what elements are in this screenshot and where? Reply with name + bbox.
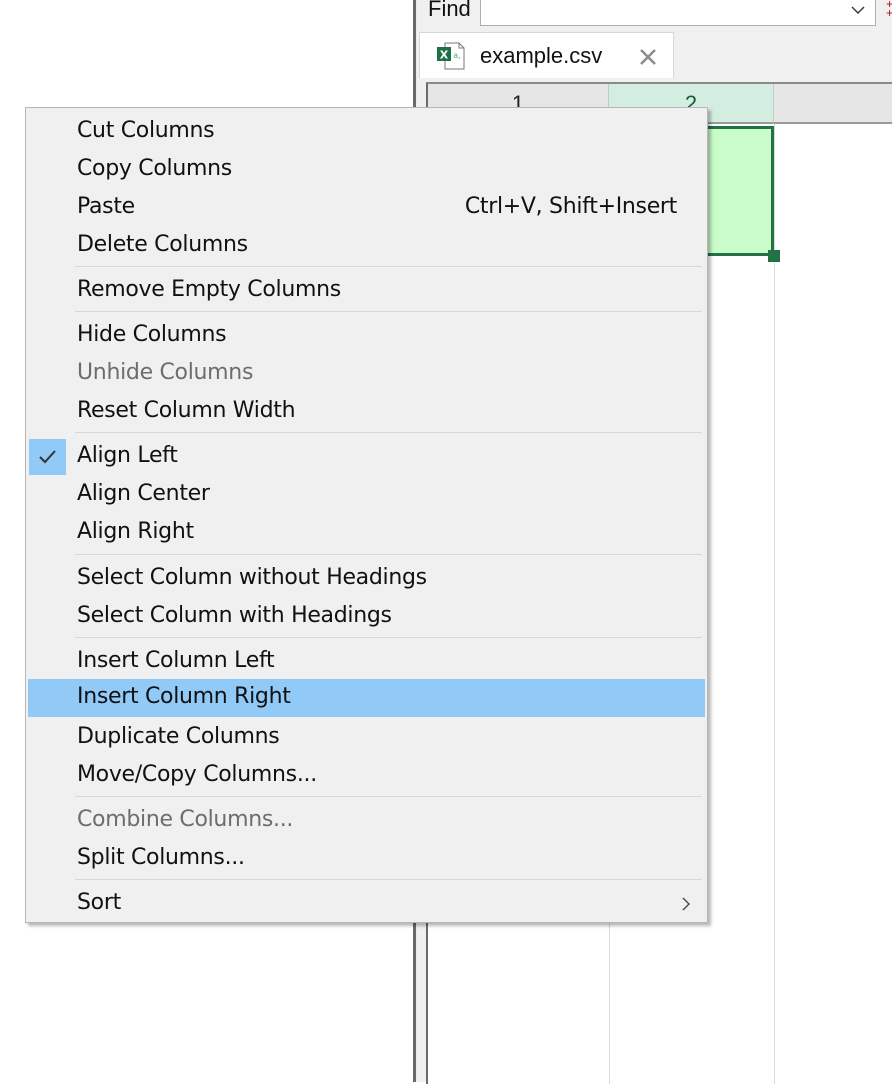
tab-example-csv[interactable]: X a, example.csv <box>419 32 674 78</box>
context-menu: Cut Columns Copy Columns Paste Ctrl+V, S… <box>25 107 708 923</box>
menu-separator <box>75 554 702 555</box>
menu-item-label: Remove Empty Columns <box>77 277 341 302</box>
menu-item-label: Split Columns... <box>77 845 245 870</box>
menu-item-label: Align Center <box>77 481 210 506</box>
menu-item-select-column-without-headings[interactable]: Select Column without Headings <box>28 560 705 598</box>
excel-csv-file-icon: X a, <box>437 42 465 70</box>
menu-item-reset-column-width[interactable]: Reset Column Width <box>28 393 705 431</box>
menu-item-insert-column-right[interactable]: Insert Column Right <box>28 679 705 717</box>
menu-item-label: Cut Columns <box>77 118 215 143</box>
menu-item-sort[interactable]: Sort <box>28 885 705 923</box>
close-icon[interactable] <box>638 47 658 67</box>
menu-item-remove-empty-columns[interactable]: Remove Empty Columns <box>28 272 705 310</box>
menu-item-label: Delete Columns <box>77 232 248 257</box>
svg-text:X: X <box>440 49 449 62</box>
find-bar: Find + + <box>416 0 892 30</box>
find-input[interactable] <box>480 0 876 26</box>
menu-item-label: Paste <box>77 194 135 219</box>
menu-item-move-copy-columns[interactable]: Move/Copy Columns... <box>28 757 705 795</box>
menu-item-combine-columns: Combine Columns... <box>28 802 705 840</box>
menu-item-paste[interactable]: Paste Ctrl+V, Shift+Insert <box>28 189 705 227</box>
menu-item-label: Combine Columns... <box>77 807 294 832</box>
find-options-icon[interactable]: + + <box>886 0 892 19</box>
menu-item-label: Select Column with Headings <box>77 603 392 628</box>
tab-bar: X a, example.csv <box>416 32 892 78</box>
menu-separator <box>75 432 702 433</box>
menu-item-label: Unhide Columns <box>77 360 254 385</box>
column-header-3[interactable] <box>774 84 892 124</box>
menu-item-align-right[interactable]: Align Right <box>28 514 705 552</box>
menu-separator <box>75 796 702 797</box>
menu-item-label: Insert Column Left <box>77 648 275 673</box>
menu-item-duplicate-columns[interactable]: Duplicate Columns <box>28 719 705 757</box>
column-divider <box>774 124 775 1084</box>
tab-label: example.csv <box>480 43 603 68</box>
menu-separator <box>75 879 702 880</box>
menu-item-unhide-columns: Unhide Columns <box>28 355 705 393</box>
menu-item-label: Align Right <box>77 519 194 544</box>
menu-item-align-center[interactable]: Align Center <box>28 476 705 514</box>
menu-item-hide-columns[interactable]: Hide Columns <box>28 317 705 355</box>
menu-item-label: Hide Columns <box>77 322 227 347</box>
menu-item-label: Move/Copy Columns... <box>77 762 317 787</box>
menu-item-cut-columns[interactable]: Cut Columns <box>28 113 705 151</box>
menu-item-label: Copy Columns <box>77 156 232 181</box>
fill-handle[interactable] <box>768 250 780 262</box>
svg-text:a,: a, <box>453 51 460 60</box>
menu-item-label: Insert Column Right <box>77 684 291 709</box>
chevron-right-icon <box>682 897 690 911</box>
menu-item-insert-column-left[interactable]: Insert Column Left <box>28 643 705 681</box>
menu-separator <box>75 637 702 638</box>
menu-item-label: Sort <box>77 890 121 915</box>
menu-item-align-left[interactable]: Align Left <box>28 438 705 476</box>
menu-separator <box>75 266 702 267</box>
checkmark-indicator <box>29 439 66 475</box>
menu-item-label: Duplicate Columns <box>77 724 280 749</box>
menu-separator <box>75 311 702 312</box>
menu-item-split-columns[interactable]: Split Columns... <box>28 840 705 878</box>
menu-item-shortcut: Ctrl+V, Shift+Insert <box>464 194 677 219</box>
menu-item-label: Select Column without Headings <box>77 565 427 590</box>
checkmark-icon <box>39 450 56 464</box>
menu-item-label: Align Left <box>77 443 178 468</box>
menu-item-label: Reset Column Width <box>77 398 296 423</box>
menu-item-copy-columns[interactable]: Copy Columns <box>28 151 705 189</box>
menu-item-delete-columns[interactable]: Delete Columns <box>28 227 705 265</box>
find-label: Find <box>428 0 471 21</box>
menu-item-select-column-with-headings[interactable]: Select Column with Headings <box>28 598 705 636</box>
chevron-down-icon[interactable] <box>849 1 867 19</box>
